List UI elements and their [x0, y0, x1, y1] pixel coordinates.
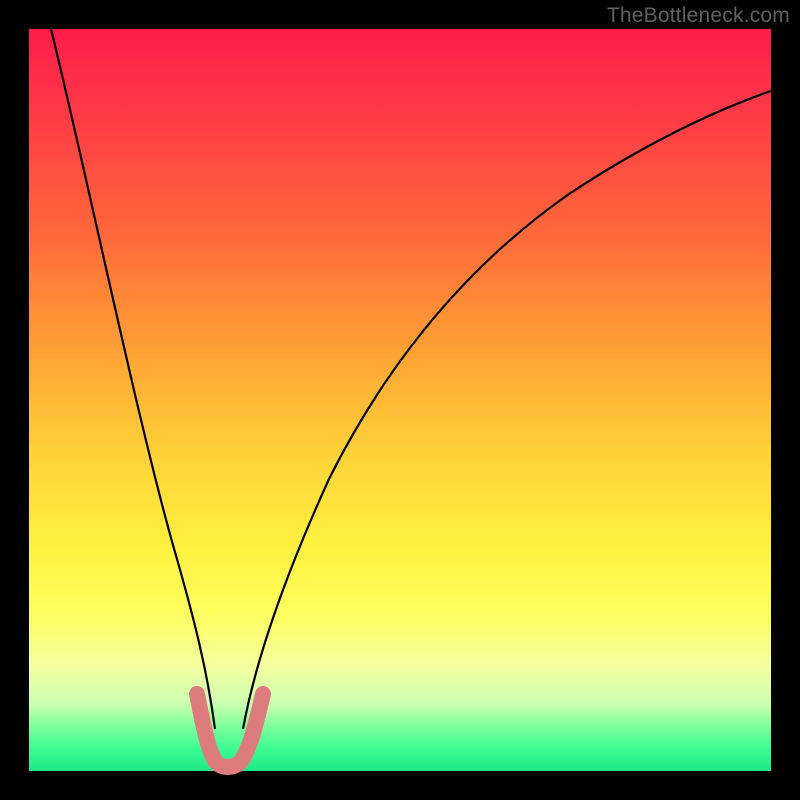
chart-frame: TheBottleneck.com: [0, 0, 800, 800]
valley-highlight: [197, 694, 263, 767]
curve-left-branch: [51, 29, 215, 729]
curve-right-branch: [243, 91, 771, 729]
watermark-text: TheBottleneck.com: [607, 4, 790, 28]
curve-layer: [29, 29, 771, 771]
plot-area: [29, 29, 771, 771]
